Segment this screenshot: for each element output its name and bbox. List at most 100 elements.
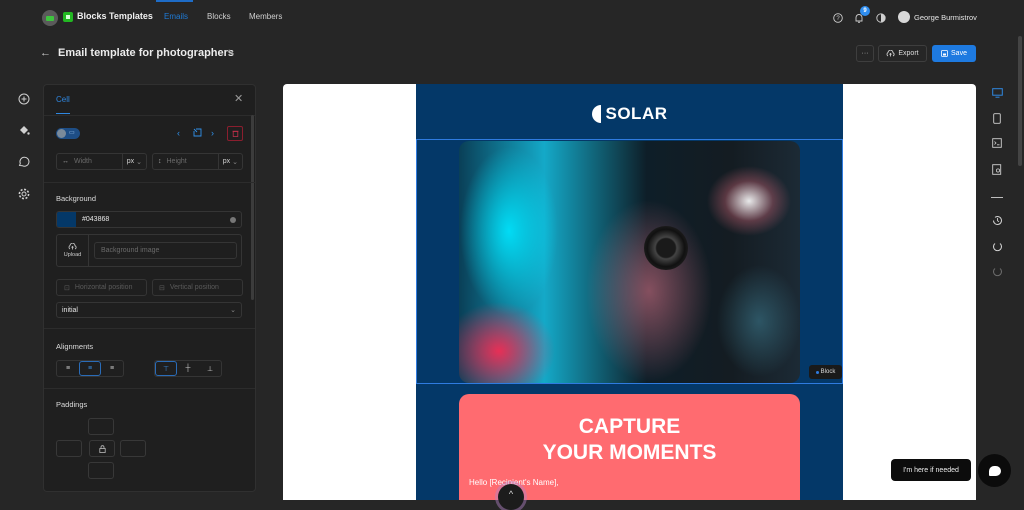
padding-right-input[interactable] — [120, 440, 146, 457]
help-icon[interactable]: ? — [832, 12, 844, 24]
cloud-upload-icon — [886, 50, 895, 57]
brand-name: Blocks Templates — [77, 11, 153, 21]
lock-icon — [98, 444, 106, 453]
background-image-input[interactable]: Background image — [94, 242, 237, 259]
helper-tooltip: I'm here if needed — [891, 459, 971, 481]
divider — [44, 388, 255, 389]
horizontal-position-field[interactable]: ⊡ Horizontal position — [56, 279, 147, 296]
vertical-position-field[interactable]: ⊟ Vertical position — [152, 279, 243, 296]
save-icon — [941, 50, 948, 57]
tab-members[interactable]: Members — [249, 12, 282, 21]
back-arrow-icon[interactable]: ← — [40, 47, 51, 59]
chat-bubble-icon — [988, 465, 1001, 476]
block-tag[interactable]: Block — [809, 365, 842, 379]
close-icon[interactable]: ✕ — [234, 92, 243, 105]
height-unit-select[interactable]: px ⌄ — [217, 154, 242, 169]
horizontal-position-icon: ⊡ — [64, 284, 70, 292]
solar-logo-icon — [591, 105, 601, 123]
align-center-button[interactable]: ≡ — [79, 361, 101, 376]
background-image-box: Upload Background image — [56, 234, 242, 267]
align-middle-button[interactable]: ┼ — [177, 361, 199, 376]
email-logo[interactable]: SOLAR — [416, 104, 843, 124]
top-bar: Blocks Templates Emails Blocks Members ?… — [0, 0, 1024, 36]
color-hex-value[interactable]: #043868 — [82, 216, 109, 223]
mobile-icon[interactable] — [991, 112, 1003, 124]
align-left-button[interactable]: ≡ — [57, 361, 79, 376]
desktop-icon: ▭ — [69, 130, 75, 136]
comments-icon[interactable] — [17, 155, 31, 169]
padding-left-input[interactable] — [56, 440, 82, 457]
divider — [44, 182, 255, 183]
preview-icon[interactable] — [991, 163, 1003, 175]
export-label: Export — [898, 50, 919, 57]
tab-emails[interactable]: Emails — [164, 12, 188, 21]
padding-bottom-input[interactable] — [88, 462, 114, 479]
trash-icon — [232, 130, 238, 137]
select-parent-icon[interactable] — [193, 128, 202, 139]
logo-text: SOLAR — [605, 104, 668, 123]
vertical-position-icon: ⊟ — [159, 284, 165, 292]
more-options-button[interactable]: ··· — [856, 45, 874, 62]
undo-icon[interactable] — [991, 240, 1003, 252]
paint-bucket-icon[interactable] — [17, 123, 31, 137]
page-scrollbar[interactable] — [1018, 36, 1022, 166]
selected-block-outline — [416, 139, 843, 384]
svg-text:?: ? — [836, 16, 840, 22]
notification-badge: 9 — [860, 6, 870, 16]
paddings-label: Paddings — [56, 400, 88, 409]
export-button[interactable]: Export — [878, 45, 927, 62]
padding-top-input[interactable] — [88, 418, 114, 435]
tab-blocks[interactable]: Blocks — [207, 12, 231, 21]
workspace-logo[interactable] — [42, 10, 58, 26]
background-repeat-select[interactable]: initial ⌄ — [56, 302, 242, 318]
panel-scrollbar[interactable] — [251, 115, 254, 300]
desktop-visibility-toggle[interactable]: ▭ — [56, 128, 80, 139]
code-icon[interactable] — [991, 137, 1003, 149]
chevron-down-icon: ⌄ — [136, 158, 142, 166]
tab-cell[interactable]: Cell — [56, 95, 70, 104]
align-top-button[interactable]: ⊤ — [155, 361, 177, 376]
theme-toggle-icon[interactable] — [875, 12, 887, 24]
color-swatch[interactable] — [57, 212, 76, 227]
height-field[interactable]: ↕ Height px ⌄ — [152, 153, 243, 170]
email-canvas: SOLAR CAPTURE YOUR MOMENTS Hello [Recipi… — [283, 84, 976, 500]
divider — [44, 328, 255, 329]
edit-pencil-icon[interactable]: ✎ — [227, 48, 235, 59]
height-input[interactable]: Height — [167, 158, 187, 165]
align-bottom-button[interactable]: ⊥ — [199, 361, 221, 376]
upload-button[interactable]: Upload — [57, 235, 89, 266]
save-button[interactable]: Save — [932, 45, 976, 62]
align-right-button[interactable]: ≡ — [101, 361, 123, 376]
cell-settings-panel: Cell ✕ ▭ ‹ › ↔ Width px ⌄ ↕ Height px ⌄ Ba… — [43, 84, 256, 492]
scroll-up-button[interactable]: ^ — [498, 484, 524, 510]
background-label: Background — [56, 194, 97, 203]
horizontal-alignment-group: ≡ ≡ ≡ — [56, 360, 124, 377]
chat-button[interactable] — [978, 454, 1011, 487]
width-unit-select[interactable]: px ⌄ — [121, 154, 146, 169]
alignments-label: Alignments — [56, 342, 94, 351]
width-field[interactable]: ↔ Width px ⌄ — [56, 153, 147, 170]
page-title: Email template for photographers — [58, 47, 235, 59]
cloud-upload-icon — [68, 243, 77, 250]
lock-paddings-button[interactable] — [89, 440, 115, 457]
height-icon: ↕ — [158, 158, 162, 165]
save-label: Save — [951, 50, 967, 57]
chevron-right-icon[interactable]: › — [211, 128, 214, 138]
width-input[interactable]: Width — [74, 158, 92, 165]
delete-button[interactable] — [227, 126, 243, 141]
clear-color-icon[interactable] — [230, 216, 236, 223]
redo-icon[interactable] — [991, 265, 1003, 277]
add-icon[interactable] — [17, 92, 31, 106]
vertical-alignment-group: ⊤ ┼ ⊥ — [154, 360, 222, 377]
settings-icon[interactable] — [17, 187, 31, 201]
history-icon[interactable] — [991, 214, 1003, 226]
background-color-field[interactable]: #043868 — [56, 211, 242, 228]
desktop-icon[interactable] — [991, 87, 1003, 99]
user-name[interactable]: George Burmistrov — [914, 13, 977, 22]
chevron-down-icon: ⌄ — [232, 158, 238, 166]
chevron-left-icon[interactable]: ‹ — [177, 128, 180, 138]
avatar[interactable] — [898, 11, 910, 23]
width-icon: ↔ — [62, 158, 69, 165]
upload-label: Upload — [63, 252, 82, 258]
divider — [991, 197, 1003, 198]
